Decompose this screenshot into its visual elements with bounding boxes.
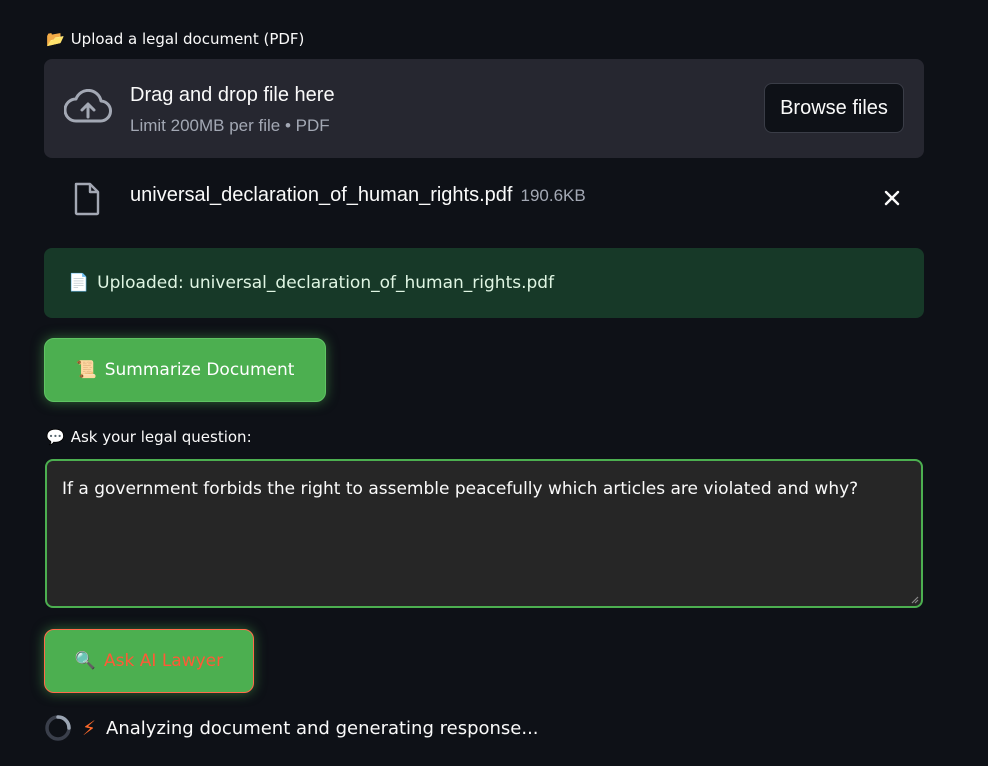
legal-question-textarea[interactable]: If a government forbids the right to ass…: [45, 459, 923, 608]
loading-spinner-icon: [45, 715, 71, 741]
document-icon: 📄: [68, 273, 90, 293]
upload-label-text: Upload a legal document (PDF): [70, 30, 305, 48]
lightning-icon: ⚡: [82, 716, 97, 740]
cloud-upload-icon: [64, 89, 112, 123]
resize-handle-icon[interactable]: [909, 594, 919, 604]
uploaded-file-name: universal_declaration_of_human_rights.pd…: [130, 184, 586, 207]
folder-icon: 📂: [46, 30, 65, 48]
summarize-document-button[interactable]: 📜 Summarize Document: [44, 338, 326, 402]
status-text: Analyzing document and generating respon…: [106, 717, 539, 739]
browse-files-button[interactable]: Browse files: [764, 83, 904, 133]
speech-bubble-icon: 💬: [46, 428, 65, 446]
upload-success-alert: 📄 Uploaded: universal_declaration_of_hum…: [44, 248, 924, 318]
question-label-text: Ask your legal question:: [70, 428, 252, 446]
remove-file-close-icon[interactable]: [880, 186, 904, 210]
dropzone-limit-text: Limit 200MB per file • PDF: [130, 116, 330, 135]
alert-text: Uploaded: universal_declaration_of_human…: [97, 273, 555, 293]
dropzone-title: Drag and drop file here: [130, 84, 335, 106]
app-page: 📂 Upload a legal document (PDF) Drag and…: [0, 0, 988, 766]
ask-button-label: Ask AI Lawyer: [104, 651, 224, 671]
uploaded-file-row: universal_declaration_of_human_rights.pd…: [44, 172, 924, 222]
file-name-text: universal_declaration_of_human_rights.pd…: [130, 184, 513, 206]
ask-ai-lawyer-button[interactable]: 🔍 Ask AI Lawyer: [44, 629, 254, 693]
file-icon: [74, 182, 100, 216]
scroll-icon: 📜: [75, 360, 97, 380]
file-dropzone[interactable]: Drag and drop file here Limit 200MB per …: [44, 59, 924, 158]
analysis-status: ⚡ Analyzing document and generating resp…: [44, 714, 539, 742]
question-label: 💬 Ask your legal question:: [46, 428, 252, 446]
summarize-button-label: Summarize Document: [104, 360, 295, 380]
file-size: 190.6KB: [520, 186, 586, 205]
question-text: If a government forbids the right to ass…: [62, 479, 859, 499]
upload-label: 📂 Upload a legal document (PDF): [46, 30, 304, 48]
magnifier-icon: 🔍: [74, 651, 97, 671]
